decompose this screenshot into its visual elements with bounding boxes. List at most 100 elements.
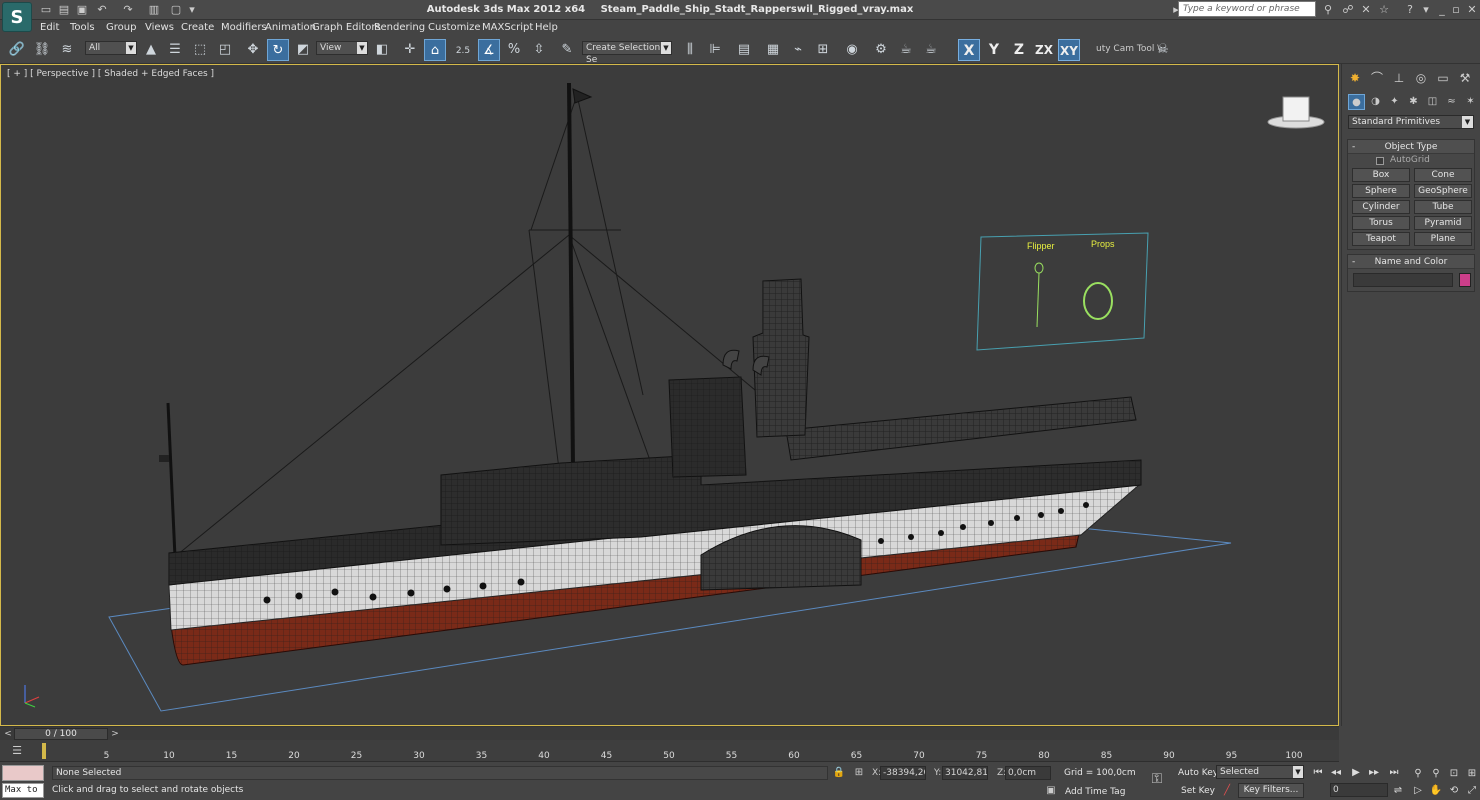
zoom-extents-all-icon[interactable]: ⊞ — [1464, 766, 1480, 781]
angle-snap-icon[interactable]: ∡ — [478, 39, 500, 61]
axis-y-button[interactable]: Y — [983, 39, 1005, 61]
object-category-dropdown[interactable]: Standard Primitives ▼ — [1348, 115, 1474, 129]
axis-zx-button[interactable]: ZX — [1033, 39, 1055, 61]
key-mode-toggle-icon[interactable]: ⇌ — [1390, 783, 1406, 798]
keyboard-shortcut-override-icon[interactable]: ⌂ — [424, 39, 446, 61]
layer-manager-icon[interactable]: ▤ — [733, 39, 755, 61]
name-and-color-header[interactable]: - Name and Color — [1348, 255, 1474, 269]
set-key-button[interactable]: Set Key — [1181, 786, 1215, 796]
field-of-view-icon[interactable]: ▷ — [1410, 783, 1426, 798]
search-input[interactable]: Type a keyword or phrase — [1178, 1, 1316, 17]
render-setup-icon[interactable]: ⚙ — [870, 39, 892, 61]
select-and-link-icon[interactable]: 🔗 — [6, 39, 28, 61]
utilities-tab-icon[interactable]: ⚒ — [1455, 68, 1475, 88]
help-dropdown-icon[interactable]: ▾ — [1418, 1, 1434, 18]
selection-lock-icon[interactable]: 🔒 — [832, 766, 846, 780]
box-button[interactable]: Box — [1352, 168, 1410, 182]
z-coord-field[interactable]: 0,0cm — [1005, 766, 1051, 780]
selection-filter-dropdown[interactable]: All ▼ — [85, 41, 137, 55]
communication-center-icon[interactable]: ☍ — [1340, 1, 1356, 18]
systems-category-icon[interactable]: ✶ — [1462, 94, 1479, 110]
zoom-extents-icon[interactable]: ⊡ — [1446, 766, 1462, 781]
bow-flagstaff[interactable] — [166, 402, 177, 558]
cone-button[interactable]: Cone — [1414, 168, 1472, 182]
lights-category-icon[interactable]: ✦ — [1386, 94, 1403, 110]
props-control[interactable] — [1083, 282, 1113, 320]
previous-frame-icon[interactable]: ◂◂ — [1328, 766, 1344, 780]
close-icon[interactable]: ✕ — [1464, 1, 1480, 18]
menu-customize[interactable]: Customize — [428, 20, 481, 36]
create-tab-icon[interactable]: ✸ — [1345, 68, 1365, 88]
add-time-tag-button[interactable]: Add Time Tag — [1065, 787, 1125, 797]
help-icon[interactable]: ? — [1402, 1, 1418, 18]
select-by-name-icon[interactable]: ☰ — [164, 39, 186, 61]
pyramid-button[interactable]: Pyramid — [1414, 216, 1472, 230]
menu-group[interactable]: Group — [106, 20, 136, 36]
next-frame-icon[interactable]: ▸▸ — [1366, 766, 1382, 780]
time-slider-thumb[interactable]: 0 / 100 — [14, 728, 108, 740]
render-production-icon[interactable]: ☕ — [920, 39, 942, 61]
snaps-toggle-icon[interactable]: 2.5 — [452, 39, 474, 61]
display-tab-icon[interactable]: ▭ — [1433, 68, 1453, 88]
select-and-manipulate-icon[interactable]: ✛ — [399, 39, 421, 61]
menu-animation[interactable]: Animation — [265, 20, 316, 36]
menu-edit[interactable]: Edit — [40, 20, 59, 36]
edit-named-selection-icon[interactable]: ✎ — [556, 39, 578, 61]
geosphere-button[interactable]: GeoSphere — [1414, 184, 1472, 198]
menu-maxscript[interactable]: MAXScript — [482, 20, 533, 36]
mirror-icon[interactable]: ⫼ — [679, 39, 701, 61]
align-icon[interactable]: ⊫ — [704, 39, 726, 61]
play-icon[interactable]: ▶ — [1348, 766, 1364, 780]
space-warps-category-icon[interactable]: ≈ — [1443, 94, 1460, 110]
checkbox-box[interactable] — [1376, 157, 1384, 165]
object-color-swatch[interactable] — [1459, 273, 1471, 287]
maximize-icon[interactable]: ▫ — [1448, 1, 1464, 18]
rectangular-selection-icon[interactable]: ⬚ — [189, 39, 211, 61]
time-tag-icon[interactable]: ▣ — [1044, 784, 1058, 798]
axis-z-button[interactable]: Z — [1008, 39, 1030, 61]
maximize-viewport-icon[interactable]: ⤢ — [1464, 783, 1480, 798]
zoom-icon[interactable]: ⚲ — [1410, 766, 1426, 781]
percent-snap-icon[interactable]: % — [503, 39, 525, 61]
cameras-category-icon[interactable]: ✱ — [1405, 94, 1422, 110]
x-coord-field[interactable]: -38394,265 — [880, 766, 926, 780]
modify-tab-icon[interactable]: ⌒ — [1367, 68, 1387, 88]
material-editor-icon[interactable]: ◉ — [841, 39, 863, 61]
autogrid-checkbox[interactable]: AutoGrid — [1348, 154, 1474, 168]
shapes-category-icon[interactable]: ◑ — [1367, 94, 1384, 110]
pan-view-icon[interactable]: ✋ — [1428, 783, 1444, 798]
hierarchy-tab-icon[interactable]: ⊥ — [1389, 68, 1409, 88]
object-name-input[interactable] — [1353, 273, 1453, 287]
maxscript-listener-output[interactable] — [2, 765, 44, 781]
skull-utility-icon[interactable]: ☠ — [1152, 39, 1174, 61]
key-filters-button[interactable]: Key Filters... — [1238, 783, 1304, 798]
select-and-move-icon[interactable]: ✥ — [242, 39, 264, 61]
favorites-star-icon[interactable]: ☆ — [1376, 1, 1392, 18]
window-crossing-icon[interactable]: ◰ — [214, 39, 236, 61]
axis-x-button[interactable]: X — [958, 39, 980, 61]
cylinder-button[interactable]: Cylinder — [1352, 200, 1410, 214]
menu-views[interactable]: Views — [145, 20, 174, 36]
plane-button[interactable]: Plane — [1414, 232, 1472, 246]
auto-key-button[interactable]: Auto Key — [1178, 768, 1218, 778]
select-and-rotate-icon[interactable]: ↻ — [267, 39, 289, 61]
viewport-label[interactable]: [ + ] [ Perspective ] [ Shaded + Edged F… — [7, 69, 214, 79]
schematic-view-icon[interactable]: ⊞ — [812, 39, 834, 61]
set-key-icon[interactable]: ⚿ — [1150, 772, 1164, 786]
rig-control-panel[interactable] — [976, 232, 1149, 351]
time-slider-prev-icon[interactable]: < — [2, 728, 14, 740]
unlink-selection-icon[interactable]: ⛓ — [31, 39, 53, 61]
menu-tools[interactable]: Tools — [70, 20, 95, 36]
maxscript-listener-input[interactable]: Max to — [2, 783, 44, 798]
default-in-out-tangent-icon[interactable]: ╱ — [1220, 784, 1234, 798]
cam-tool-label[interactable]: uty Cam Tool \ — [1096, 44, 1160, 54]
pivot-center-icon[interactable]: ◧ — [371, 39, 393, 61]
named-selection-sets-dropdown[interactable]: Create Selection Se ▼ — [582, 41, 672, 65]
menu-modifiers[interactable]: Modifiers — [221, 20, 267, 36]
sphere-button[interactable]: Sphere — [1352, 184, 1410, 198]
key-mode-dropdown[interactable]: Selected ▼ — [1216, 765, 1304, 779]
current-frame-field[interactable]: 0 — [1330, 783, 1388, 797]
perspective-viewport[interactable]: Flipper Props [ + ] [ Perspective ] [ Sh… — [0, 64, 1339, 726]
torus-button[interactable]: Torus — [1352, 216, 1410, 230]
menu-help[interactable]: Help — [535, 20, 558, 36]
